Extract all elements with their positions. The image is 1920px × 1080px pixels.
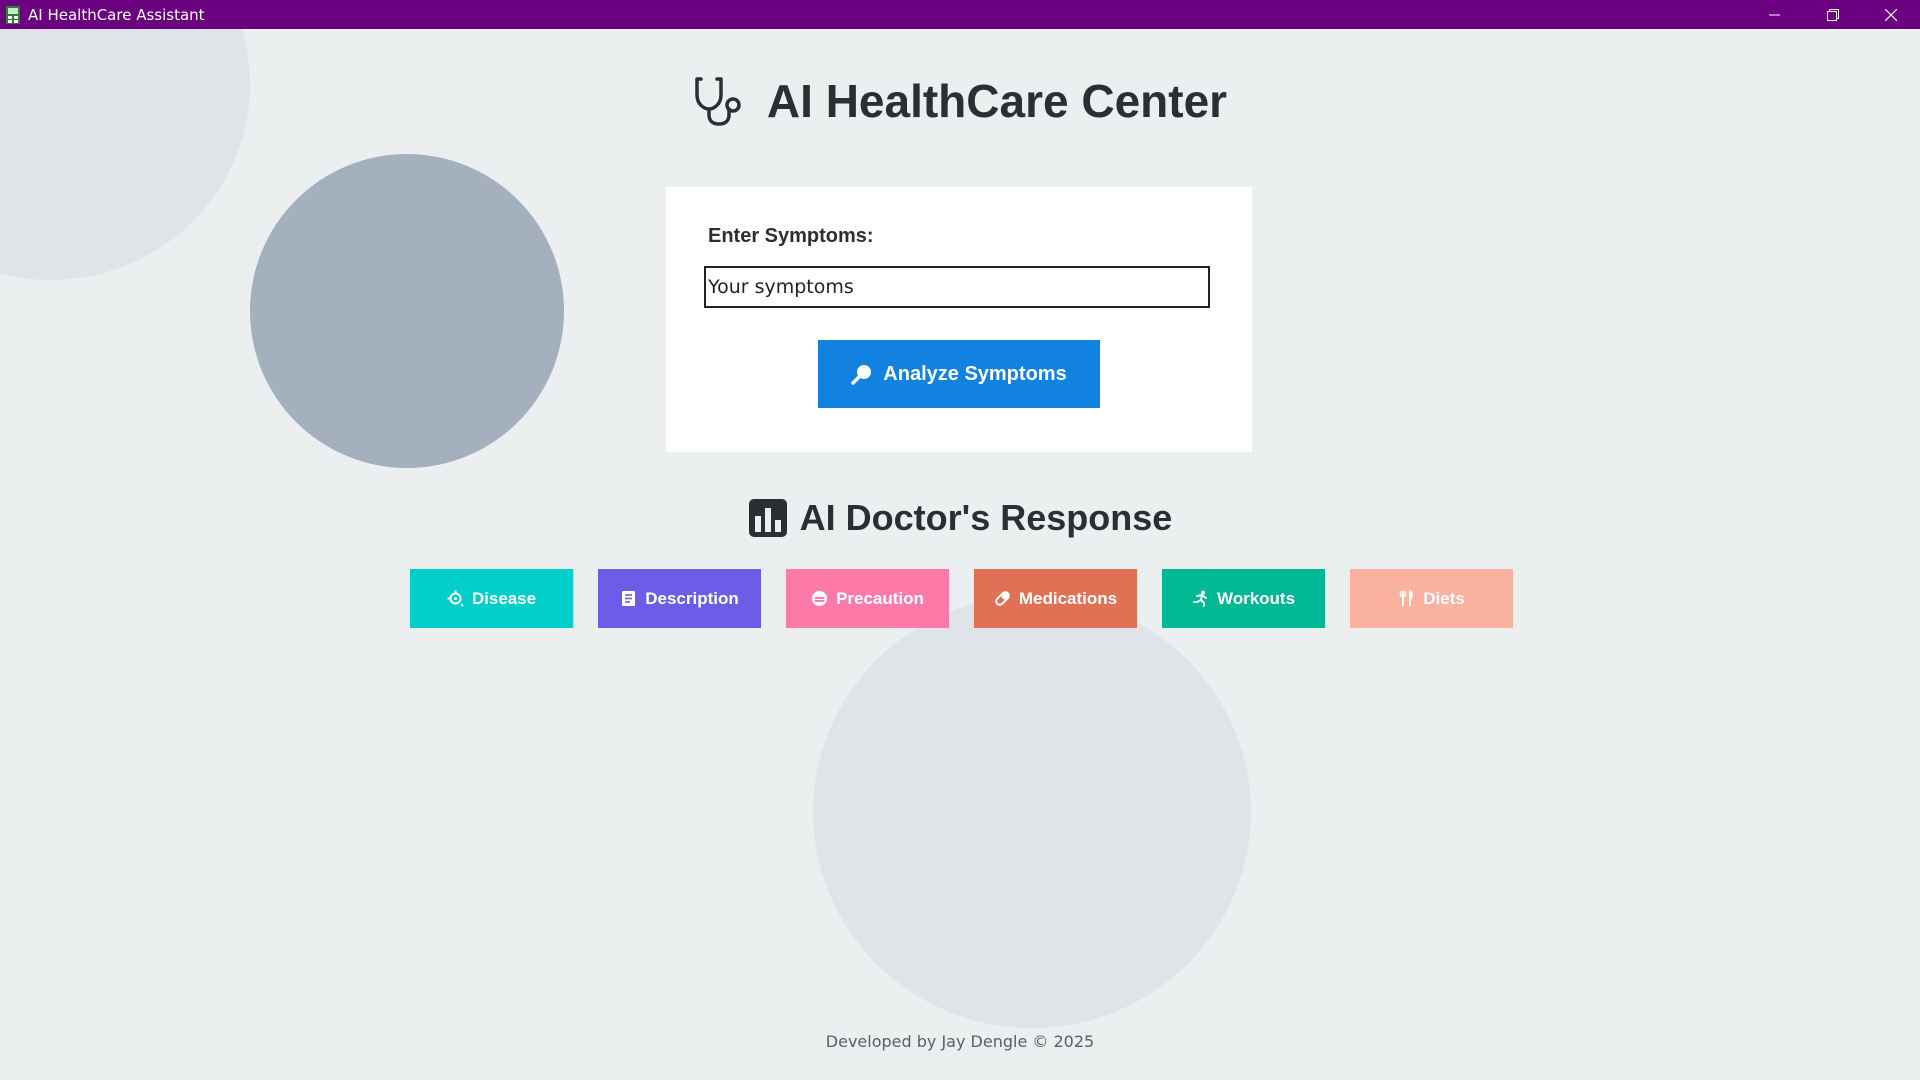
virus-icon [447, 590, 464, 607]
close-icon [1885, 8, 1897, 21]
precaution-label: Precaution [836, 588, 924, 608]
bar-chart-icon [748, 499, 787, 537]
disease-button[interactable]: Disease [410, 569, 573, 628]
diets-button[interactable]: Diets [1350, 569, 1513, 628]
restore-icon [1827, 8, 1839, 21]
pill-icon [995, 591, 1010, 606]
mask-icon [812, 591, 828, 606]
window-controls [1746, 0, 1920, 29]
description-button[interactable]: Description [598, 569, 761, 628]
utensils-icon [1399, 590, 1414, 606]
stethoscope-icon [695, 77, 741, 126]
page-header: AI HealthCare Center [0, 74, 1920, 128]
decor-circle-gray [250, 154, 564, 468]
workouts-button[interactable]: Workouts [1162, 569, 1325, 628]
analyze-symptoms-button[interactable]: Analyze Symptoms [818, 340, 1100, 408]
medications-label: Medications [1018, 588, 1118, 608]
analyze-label: Analyze Symptoms [883, 362, 1067, 385]
app-icon [6, 5, 20, 24]
symptom-card: Enter Symptoms: Analyze Symptoms [666, 187, 1252, 452]
medications-button[interactable]: Medications [974, 569, 1137, 628]
magnifier-icon [851, 365, 872, 385]
symptom-input[interactable] [704, 266, 1210, 308]
document-icon [622, 591, 636, 606]
window-title: AI HealthCare Assistant [28, 5, 205, 24]
app-window: AI HealthCare Assistant AI HealthCare Ce… [0, 0, 1920, 1080]
workouts-label: Workouts [1216, 588, 1296, 608]
running-icon [1192, 590, 1207, 607]
diets-label: Diets [1423, 588, 1465, 608]
restore-button[interactable] [1804, 0, 1862, 29]
precaution-button[interactable]: Precaution [786, 569, 949, 628]
description-label: Description [645, 588, 739, 608]
title-bar[interactable]: AI HealthCare Assistant [0, 0, 1920, 29]
close-button[interactable] [1862, 0, 1920, 29]
footer-credit: Developed by Jay Dengle © 2025 [825, 1032, 1095, 1051]
response-header: AI Doctor's Response [0, 497, 1920, 539]
minimize-button[interactable] [1746, 0, 1804, 29]
response-buttons: Disease Description Precaution Medicatio… [410, 569, 1513, 628]
response-title: AI Doctor's Response [799, 497, 1173, 538]
page-title: AI HealthCare Center [766, 75, 1228, 127]
decor-circle-top-left [0, 0, 250, 280]
decor-circle-bottom [813, 596, 1251, 1028]
symptoms-label: Enter Symptoms: [708, 225, 874, 247]
minimize-icon [1769, 14, 1780, 15]
disease-label: Disease [471, 588, 537, 608]
